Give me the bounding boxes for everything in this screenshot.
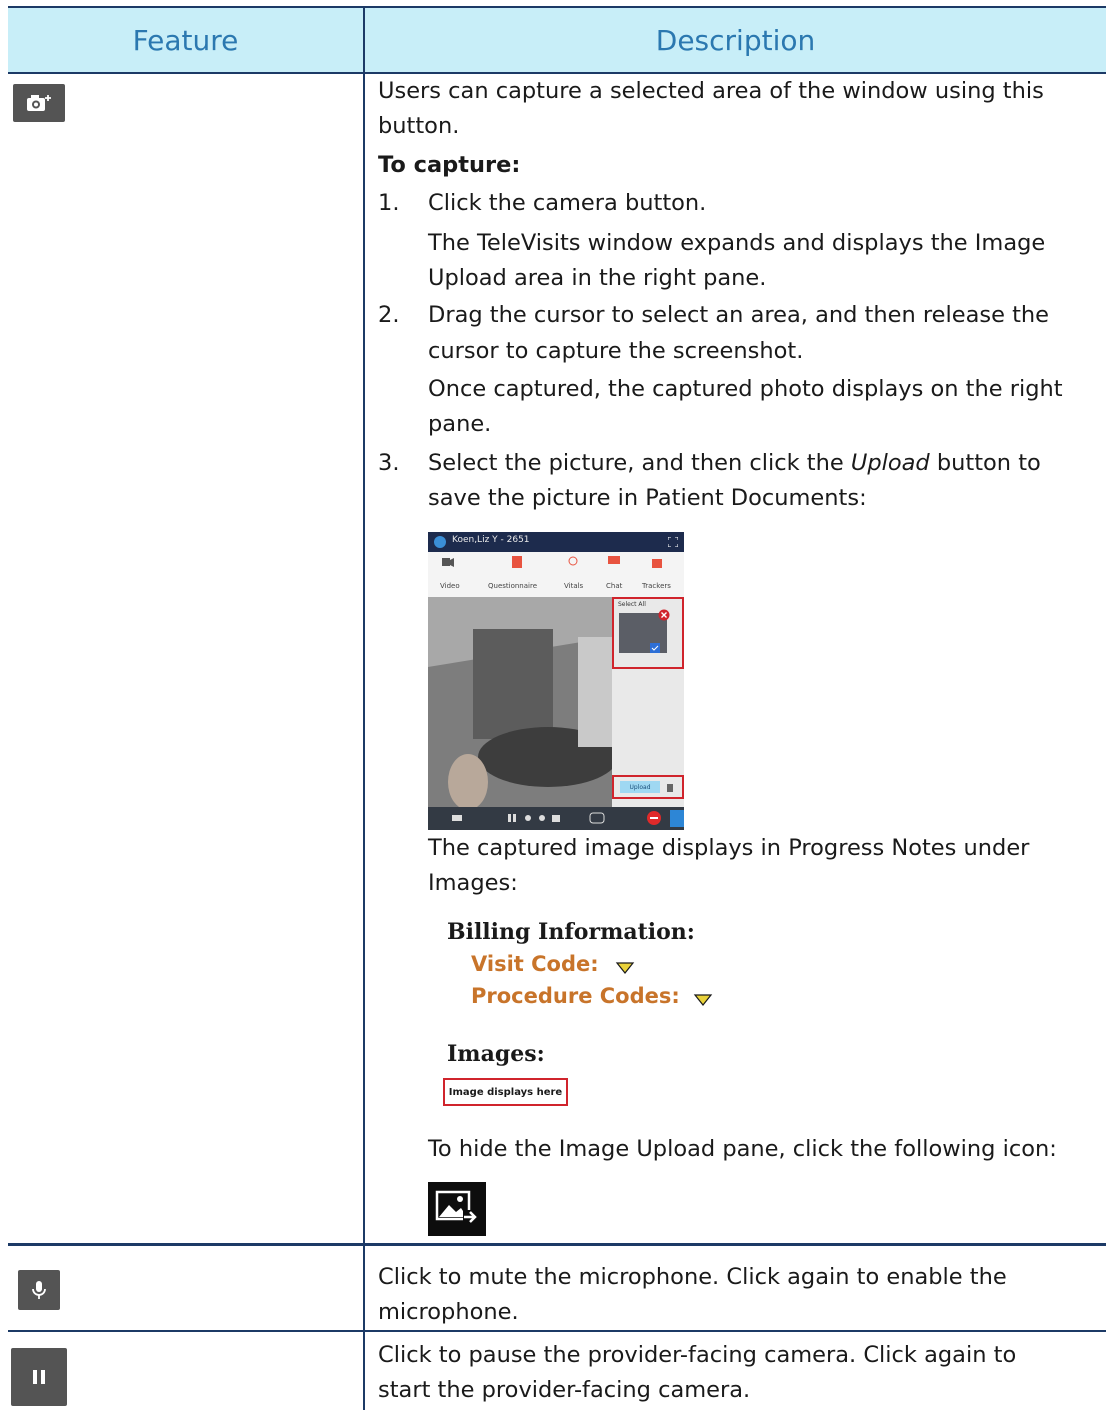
expand-icon [668,537,678,547]
capture-heading: To capture: [378,152,521,178]
call-toolbar [428,807,684,830]
billing-heading: Billing Information: [447,919,695,945]
step-number: 2. [378,302,400,328]
capture-intro-line: Users can capture a selected area of the… [378,78,1044,104]
tab-bar: Video Questionnaire Vitals Chat Trackers [428,552,684,597]
chat-icon [608,556,620,564]
captured-photo-frame: Select All [612,597,684,669]
after-screenshot-line: The captured image displays in Progress … [428,835,1030,861]
step-number: 1. [378,190,400,216]
step-note: pane. [428,411,492,437]
description-column-header: Description [655,23,816,57]
procedure-codes-label: Procedure Codes: [471,984,680,1008]
step-number: 3. [378,450,400,476]
select-all-label[interactable]: Select All [618,601,646,608]
video-icon [442,558,454,567]
tab-chat[interactable]: Chat [606,582,622,590]
mute-description: microphone. [378,1299,519,1325]
pause-description: Click to pause the provider-facing camer… [378,1342,1017,1368]
step-text: save the picture in Patient Documents: [428,485,867,511]
upload-button[interactable]: Upload [620,781,660,793]
checkbox-icon[interactable] [650,643,660,653]
window-title-bar: Koen,Liz Y - 2651 [428,532,684,552]
capture-intro-line: button. [378,113,460,139]
dropdown-triangle-icon[interactable] [615,961,635,975]
pause-description: start the provider-facing camera. [378,1377,751,1403]
dropdown-triangle-icon[interactable] [693,993,713,1007]
images-heading: Images: [447,1041,545,1067]
delete-icon[interactable] [658,609,670,621]
step-note: Upload area in the right pane. [428,265,767,291]
trackers-icon [652,559,662,568]
tab-vitals[interactable]: Vitals [564,582,583,590]
row-divider [8,1330,1106,1332]
step-text: Select the picture, and then click the U… [428,450,1041,476]
step-note: The TeleVisits window expands and displa… [428,230,1046,256]
tab-questionnaire[interactable]: Questionnaire [488,582,537,590]
feature-column-header: Feature [132,23,239,57]
questionnaire-icon [512,556,522,568]
visit-code-label: Visit Code: [471,952,599,976]
step-text: Click the camera button. [428,190,707,216]
image-placeholder: Image displays here [443,1078,568,1106]
tab-video[interactable]: Video [440,582,460,590]
tab-trackers[interactable]: Trackers [642,582,671,590]
image-arrow-icon[interactable] [428,1182,486,1236]
table-header: Feature Description [8,6,1106,74]
microphone-icon[interactable] [18,1270,60,1310]
camera-plus-icon[interactable] [13,84,65,122]
vitals-icon [568,556,578,566]
video-feed [428,597,618,810]
upload-frame: Upload [612,775,684,799]
televisits-screenshot: Koen,Liz Y - 2651 Video Questionnaire Vi… [428,532,684,830]
upload-emphasis: Upload [850,450,930,476]
window-title: Koen,Liz Y - 2651 [452,535,530,545]
step-note: Once captured, the captured photo displa… [428,376,1063,402]
step-text: cursor to capture the screenshot. [428,338,804,364]
step-text: Drag the cursor to select an area, and t… [428,302,1050,328]
column-divider [363,6,365,1410]
hide-pane-text: To hide the Image Upload pane, click the… [428,1136,1057,1162]
image-upload-pane: Select All Upload [612,597,684,807]
pause-icon[interactable] [11,1348,67,1406]
mute-description: Click to mute the microphone. Click agai… [378,1264,1007,1290]
after-screenshot-line: Images: [428,870,518,896]
row-divider [8,1243,1106,1246]
trash-icon[interactable] [666,782,674,792]
